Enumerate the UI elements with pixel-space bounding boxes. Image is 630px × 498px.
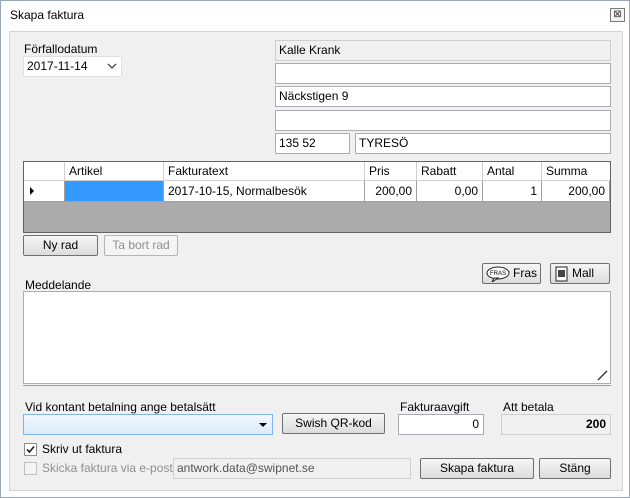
grid-header: Artikel Fakturatext Pris Rabatt Antal Su… — [24, 162, 610, 181]
fee-input[interactable]: 0 — [398, 414, 484, 435]
print-invoice-checkbox[interactable] — [24, 443, 37, 456]
dialog-body: Förfallodatum 2017-11-14 Kalle Krank Näc… — [9, 31, 623, 491]
column-header[interactable]: Pris — [365, 162, 417, 181]
address-line4-field[interactable] — [275, 110, 611, 131]
cell-antal[interactable]: 1 — [483, 181, 542, 202]
payment-method-label: Vid kontant betalning ange betalsätt — [25, 400, 216, 414]
row-selector-icon — [30, 187, 34, 195]
phrase-button[interactable]: FRAS Fras — [482, 263, 541, 284]
svg-text:FRAS: FRAS — [490, 271, 506, 277]
message-textarea[interactable] — [23, 291, 611, 384]
phrase-label: Fras — [513, 266, 537, 280]
invoice-dialog: Skapa faktura ⊠ Förfallodatum 2017-11-14… — [0, 0, 630, 498]
dropdown-arrow-icon — [259, 423, 267, 427]
column-header[interactable]: Rabatt — [417, 162, 483, 181]
invoice-rows-grid[interactable]: Artikel Fakturatext Pris Rabatt Antal Su… — [23, 161, 611, 233]
new-row-button[interactable]: Ny rad — [23, 235, 98, 256]
column-header[interactable]: Artikel — [65, 162, 164, 181]
title-bar: Skapa faktura ⊠ — [1, 1, 629, 29]
window-title: Skapa faktura — [10, 8, 85, 22]
swish-qr-button[interactable]: Swish QR-kod — [282, 413, 385, 434]
email-invoice-label: Skicka faktura via e-post — [42, 461, 173, 475]
table-row[interactable]: 2017-10-15, Normalbesök 200,00 0,00 1 20… — [24, 181, 610, 202]
cell-summa[interactable]: 200,00 — [542, 181, 610, 202]
column-header[interactable]: Antal — [483, 162, 542, 181]
message-label: Meddelande — [25, 278, 92, 292]
email-invoice-checkbox[interactable] — [24, 462, 37, 475]
city-field[interactable]: TYRESÖ — [355, 133, 611, 154]
template-button[interactable]: Mall — [550, 263, 610, 284]
print-invoice-label: Skriv ut faktura — [42, 442, 123, 456]
divider — [23, 385, 611, 386]
zip-field[interactable]: 135 52 — [275, 133, 350, 154]
chevron-down-icon[interactable] — [105, 58, 119, 75]
customer-name-field: Kalle Krank — [275, 40, 611, 61]
street-field[interactable]: Näckstigen 9 — [275, 86, 611, 107]
template-icon — [555, 266, 568, 282]
address-line2-field[interactable] — [275, 63, 611, 84]
resize-grip-icon[interactable] — [596, 369, 608, 381]
delete-row-button[interactable]: Ta bort rad — [104, 235, 178, 256]
column-header[interactable]: Fakturatext — [164, 162, 365, 181]
due-date-picker[interactable]: 2017-11-14 — [23, 56, 122, 77]
create-invoice-button[interactable]: Skapa faktura — [420, 458, 534, 479]
to-pay-label: Att betala — [503, 400, 554, 414]
cell-artikel[interactable] — [65, 181, 164, 202]
due-date-value: 2017-11-14 — [27, 59, 88, 73]
close-icon[interactable]: ⊠ — [610, 8, 625, 22]
cell-fakturatext[interactable]: 2017-10-15, Normalbesök — [164, 181, 365, 202]
row-header-corner — [24, 162, 65, 181]
email-address-field[interactable]: antwork.data@swipnet.se — [173, 458, 411, 479]
phrase-icon: FRAS — [486, 266, 510, 282]
row-selector[interactable] — [24, 181, 65, 202]
cell-pris[interactable]: 200,00 — [365, 181, 417, 202]
payment-method-select[interactable] — [23, 414, 273, 435]
cell-rabatt[interactable]: 0,00 — [417, 181, 483, 202]
to-pay-value: 200 — [501, 414, 611, 435]
close-button[interactable]: Stäng — [539, 458, 611, 479]
fee-label: Fakturaavgift — [400, 400, 470, 414]
column-header[interactable]: Summa — [542, 162, 610, 181]
checkmark-icon — [26, 445, 35, 454]
due-date-label: Förfallodatum — [24, 42, 98, 56]
template-label: Mall — [572, 266, 595, 280]
